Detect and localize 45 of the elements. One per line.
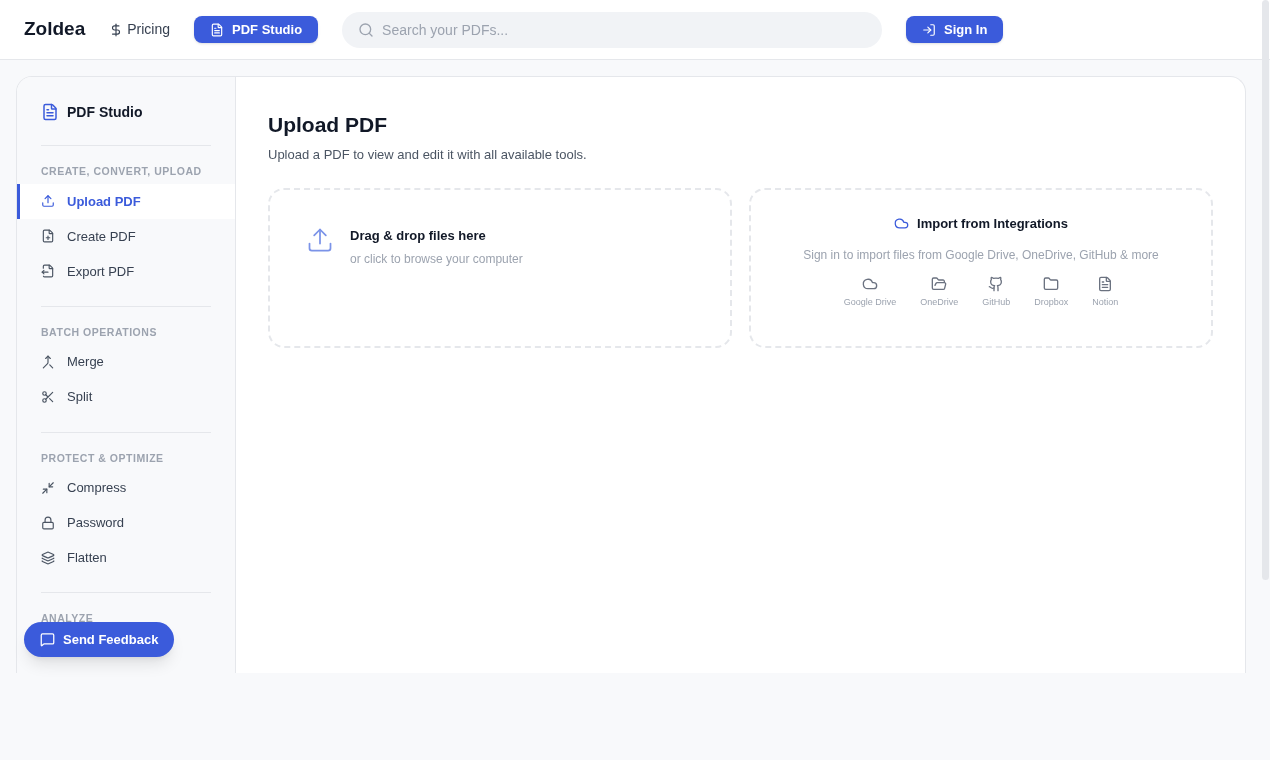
sign-in-icon <box>922 22 937 37</box>
chat-icon <box>40 632 55 647</box>
compress-arrows-icon <box>41 480 55 495</box>
drop-zone[interactable]: Drag & drop files here or click to browse your computer <box>268 188 732 348</box>
file-export-icon <box>41 264 55 279</box>
page-subtitle: Upload a PDF to view and edit it with all available tools. <box>268 145 588 164</box>
drop-title: Drag & drop files here <box>350 227 487 245</box>
sidebar-title: PDF Studio <box>67 102 143 122</box>
sidebar-item[interactable]: Flatten <box>17 540 235 576</box>
open-folder-icon <box>931 275 948 292</box>
document-icon <box>1097 275 1114 292</box>
sidebar-item[interactable]: Upload PDF <box>17 183 235 219</box>
upload-icon <box>306 226 334 254</box>
logo[interactable]: Zoldea <box>24 15 86 44</box>
cloud-icon <box>894 216 909 232</box>
scrollbar[interactable] <box>1262 0 1269 580</box>
scissors-icon <box>41 390 55 404</box>
page-title: Upload PDF <box>268 112 388 138</box>
feedback-button[interactable]: Send Feedback <box>24 622 175 657</box>
document-icon <box>41 103 59 121</box>
integrations-title: Import from Integrations <box>917 215 1068 233</box>
layers-icon <box>41 550 55 565</box>
sidebar-item[interactable]: Password <box>17 505 235 541</box>
github-icon <box>988 275 1005 292</box>
search-field[interactable]: Search your PDFs... <box>342 11 883 48</box>
sidebar-item[interactable]: Create PDF <box>17 218 235 254</box>
upload-icon <box>41 194 55 209</box>
section-label: CREATE, CONVERT, UPLOAD <box>40 164 203 179</box>
search-icon <box>358 21 375 38</box>
sidebar-item[interactable]: Merge <box>17 344 235 380</box>
sign-in-button[interactable]: Sign In <box>906 16 1004 43</box>
section-label: BATCH OPERATIONS <box>40 324 158 340</box>
sidebar-item[interactable]: Compress <box>17 470 235 506</box>
sidebar-item[interactable]: Export PDF <box>17 253 235 289</box>
folder-icon <box>1043 275 1060 292</box>
merge-icon <box>41 355 55 369</box>
integrations-hint: Sign in to import files from Google Drive, OneDrive, GitHub & more <box>803 246 1159 264</box>
lock-icon <box>41 515 55 530</box>
sidebar-item[interactable]: Split <box>17 379 235 415</box>
file-plus-icon <box>41 229 55 244</box>
drop-hint: or click to browse your computer <box>350 250 523 268</box>
section-label: PROTECT & OPTIMIZE <box>40 450 165 466</box>
nav-link[interactable]: Pricing <box>109 16 171 43</box>
document-icon <box>210 22 225 37</box>
nav-link[interactable]: PDF Studio <box>194 16 319 43</box>
